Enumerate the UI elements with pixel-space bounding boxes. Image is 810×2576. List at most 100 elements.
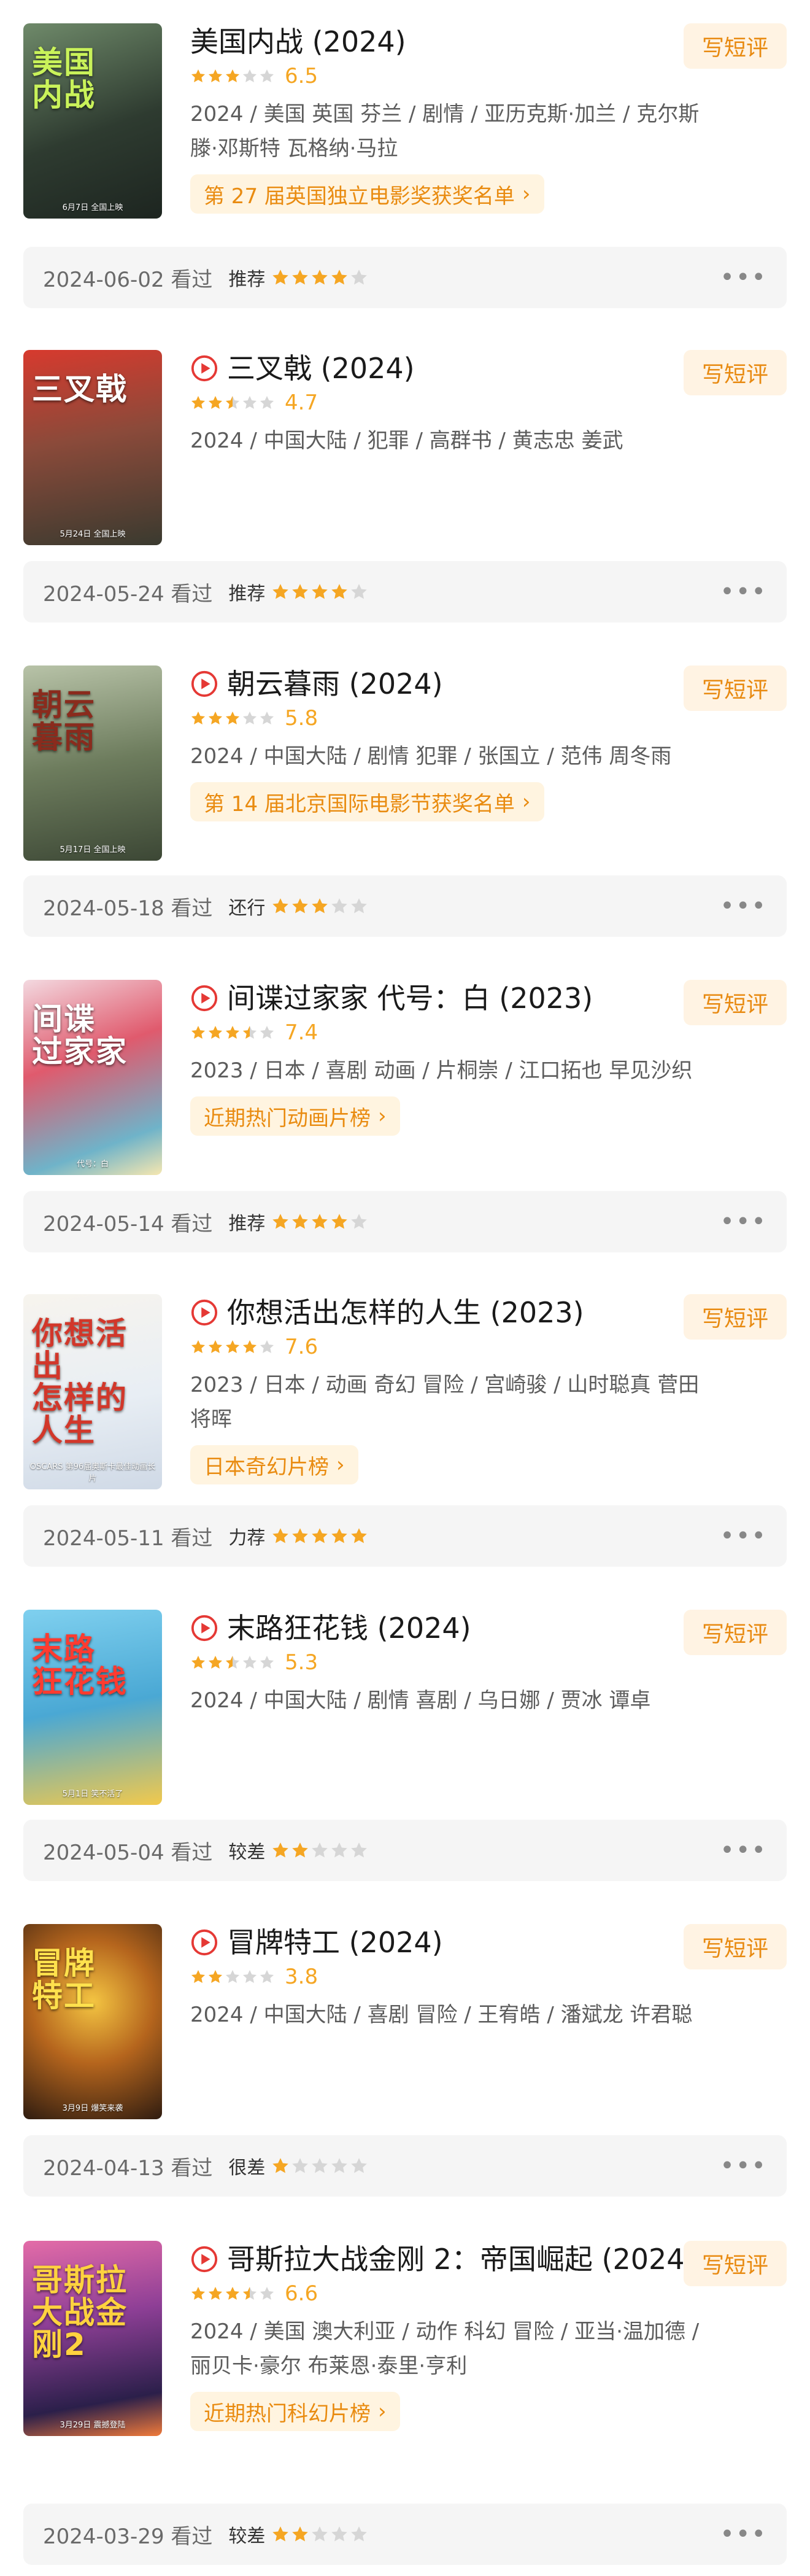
- write-review-button[interactable]: 写短评: [684, 980, 787, 1025]
- more-options-icon[interactable]: •••: [720, 580, 767, 604]
- movie-poster[interactable]: 你想活出 怎样的人生 OSCARS 第96届奥斯卡最佳动画长片: [23, 1294, 162, 1489]
- chevron-right-icon: ›: [522, 182, 531, 206]
- rating-stars: [190, 1969, 276, 1985]
- poster-title: 朝云 暮雨: [32, 687, 96, 755]
- star-icon-full: [207, 1655, 225, 1670]
- movie-meta: 2024 / 中国大陆 / 犯罪 / 高群书 / 黄志忠 姜武: [190, 429, 623, 453]
- chevron-right-icon: ›: [522, 789, 531, 814]
- award-tag[interactable]: 近期热门动画片榜 ›: [190, 1096, 400, 1136]
- chevron-right-icon: ›: [378, 2399, 387, 2424]
- movie-meta: 2024 / 美国 英国 芬兰 / 剧情 / 亚历克斯·加兰 / 克尔斯滕·邓斯…: [190, 102, 700, 161]
- my-star-icon-empty: [330, 2157, 350, 2175]
- award-tag[interactable]: 第 14 届北京国际电影节获奖名单 ›: [190, 782, 544, 821]
- rating-score: 5.8: [285, 706, 318, 731]
- more-options-icon[interactable]: •••: [720, 2154, 767, 2178]
- more-options-icon[interactable]: •••: [720, 2522, 767, 2547]
- watched-date: 2024-06-02 看过: [43, 267, 213, 292]
- poster-title: 三叉戟: [32, 371, 128, 407]
- play-icon[interactable]: [190, 670, 218, 698]
- star-icon-full: [190, 1655, 207, 1670]
- movie-info: 美国内战 (2024) 6.5 2024 / 美国 英国 芬兰 / 剧情 / 亚…: [190, 23, 718, 214]
- movie-title-row[interactable]: 你想活出怎样的人生 (2023): [190, 1294, 718, 1331]
- movie-list: 美国 内战 6月7日 全国上映 美国内战 (2024) 6.5 2024 / 美…: [0, 0, 810, 2576]
- poster-subtitle: 3月29日 震撼登陆: [60, 2421, 126, 2430]
- play-icon[interactable]: [190, 354, 218, 382]
- rating-score: 6.6: [285, 2281, 318, 2306]
- more-options-icon[interactable]: •••: [720, 265, 767, 290]
- movie-poster[interactable]: 冒牌 特工 3月9日 爆笑来袭: [23, 1924, 162, 2119]
- award-label: 近期热门科幻片榜: [204, 2401, 371, 2426]
- my-rating-label: 力荐: [228, 1527, 266, 1549]
- movie-title-row[interactable]: 三叉戟 (2024): [190, 350, 718, 387]
- movie-poster[interactable]: 三叉戟 5月24日 全国上映: [23, 350, 162, 545]
- rating-score: 7.6: [285, 1335, 318, 1359]
- movie-poster[interactable]: 朝云 暮雨 5月17日 全国上映: [23, 665, 162, 861]
- more-options-icon[interactable]: •••: [720, 894, 767, 918]
- write-review-button[interactable]: 写短评: [684, 350, 787, 395]
- movie-meta: 2024 / 中国大陆 / 剧情 犯罪 / 张国立 / 范伟 周冬雨: [190, 744, 672, 769]
- write-review-button[interactable]: 写短评: [684, 1924, 787, 1969]
- movie-title-row[interactable]: 末路狂花钱 (2024): [190, 1610, 718, 1647]
- star-icon-full: [190, 710, 207, 726]
- write-review-button[interactable]: 写短评: [684, 1294, 787, 1340]
- my-rating-label: 推荐: [228, 269, 266, 290]
- write-review-button[interactable]: 写短评: [684, 2241, 787, 2286]
- star-icon-full: [242, 1339, 259, 1355]
- write-review-button[interactable]: 写短评: [684, 665, 787, 711]
- movie-title: 美国内战 (2024): [190, 25, 406, 58]
- write-review-button[interactable]: 写短评: [684, 23, 787, 69]
- movie-title-row[interactable]: 美国内战 (2024): [190, 23, 718, 60]
- more-options-icon[interactable]: •••: [720, 1838, 767, 1863]
- play-icon[interactable]: [190, 1298, 218, 1327]
- award-tag[interactable]: 第 27 届英国独立电影奖获奖名单 ›: [190, 174, 544, 214]
- movie-title-row[interactable]: 朝云暮雨 (2024): [190, 665, 718, 702]
- write-review-button[interactable]: 写短评: [684, 1610, 787, 1655]
- poster-subtitle: 6月7日 全国上映: [62, 203, 123, 212]
- star-icon-full: [225, 710, 242, 726]
- play-icon[interactable]: [190, 1928, 218, 1957]
- rating-row: 3.8: [190, 1965, 718, 1989]
- poster-subtitle: 5月1日 笑不活了: [62, 1790, 123, 1799]
- movie-title: 你想活出怎样的人生 (2023): [227, 1296, 584, 1329]
- watch-record-bar: 2024-03-29 看过 较差 •••: [23, 2504, 787, 2565]
- star-icon-full: [190, 2286, 207, 2302]
- more-options-icon[interactable]: •••: [720, 1209, 767, 1234]
- movie-title-row[interactable]: 哥斯拉大战金刚 2：帝国崛起 (2024): [190, 2241, 718, 2278]
- poster-subtitle: 5月24日 全国上映: [60, 530, 126, 539]
- rating-stars: [190, 2286, 276, 2302]
- star-icon-empty: [242, 395, 259, 411]
- more-options-icon[interactable]: •••: [720, 1524, 767, 1548]
- movie-title-row[interactable]: 间谍过家家 代号：白 (2023): [190, 980, 718, 1017]
- my-star-icon-empty: [350, 1212, 369, 1231]
- star-icon-full: [207, 1339, 225, 1355]
- movie-meta: 2024 / 美国 澳大利亚 / 动作 科幻 冒险 / 亚当·温加德 / 丽贝卡…: [190, 2319, 700, 2378]
- movie-title: 末路狂花钱 (2024): [227, 1612, 471, 1645]
- rating-row: 4.7: [190, 390, 718, 415]
- award-tag[interactable]: 日本奇幻片榜 ›: [190, 1445, 358, 1484]
- my-rating-label: 很差: [228, 2157, 266, 2179]
- play-icon[interactable]: [190, 1614, 218, 1642]
- movie-title: 间谍过家家 代号：白 (2023): [227, 982, 593, 1015]
- star-icon-full: [207, 2286, 225, 2302]
- my-star-icon-empty: [350, 268, 369, 287]
- my-star-icon-full: [310, 268, 330, 287]
- play-icon[interactable]: [190, 2245, 218, 2273]
- rating-score: 3.8: [285, 1965, 318, 1989]
- movie-poster[interactable]: 美国 内战 6月7日 全国上映: [23, 23, 162, 219]
- my-star-icon-empty: [350, 897, 369, 915]
- my-rating-stars: [271, 1841, 369, 1860]
- rating-stars: [190, 395, 276, 411]
- play-icon[interactable]: [190, 984, 218, 1012]
- my-star-icon-empty: [350, 2157, 369, 2175]
- my-rating-stars: [271, 2157, 369, 2175]
- my-rating-stars: [271, 268, 369, 287]
- watched-date: 2024-05-04 看过: [43, 1840, 213, 1865]
- award-tag[interactable]: 近期热门科幻片榜 ›: [190, 2392, 400, 2431]
- poster-title: 美国 内战: [32, 45, 96, 113]
- movie-title-row[interactable]: 冒牌特工 (2024): [190, 1924, 718, 1961]
- movie-poster[interactable]: 间谍 过家家 代号：白: [23, 980, 162, 1175]
- movie-poster[interactable]: 哥斯拉 大战金刚2 3月29日 震撼登陆: [23, 2241, 162, 2436]
- movie-poster[interactable]: 末路 狂花钱 5月1日 笑不活了: [23, 1610, 162, 1805]
- poster-title: 末路 狂花钱: [32, 1631, 128, 1699]
- my-star-icon-full: [310, 897, 330, 915]
